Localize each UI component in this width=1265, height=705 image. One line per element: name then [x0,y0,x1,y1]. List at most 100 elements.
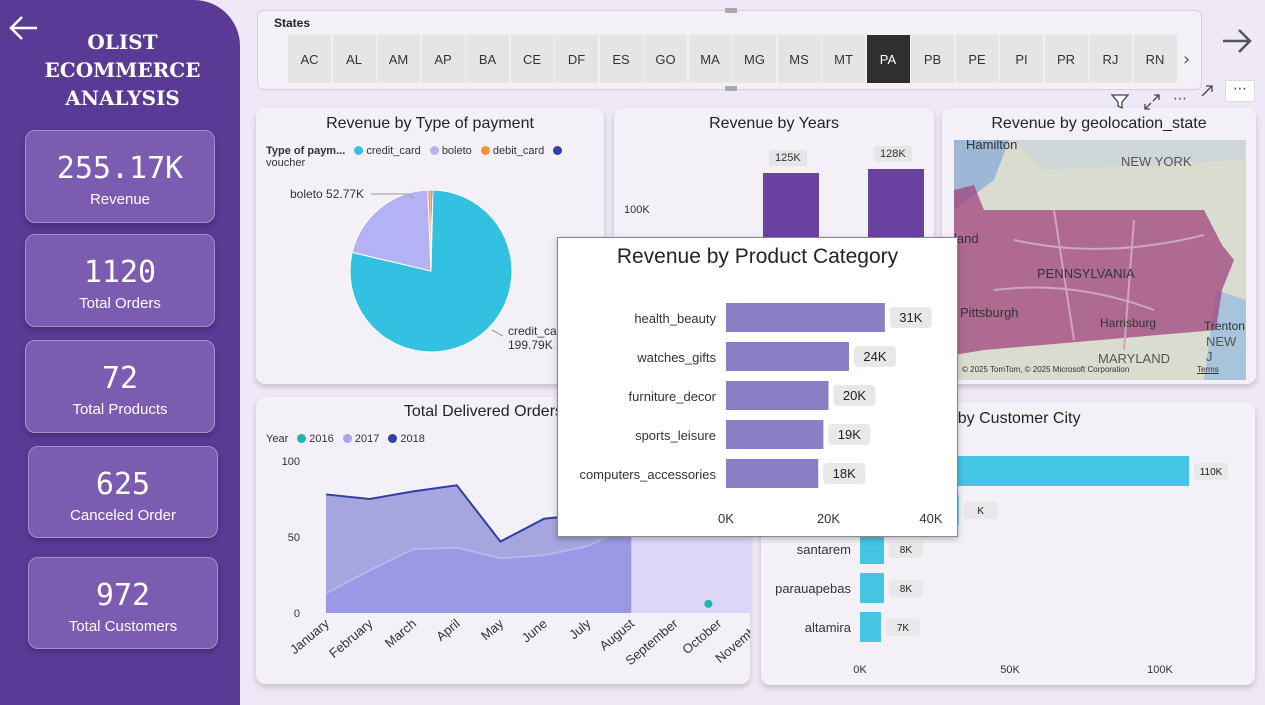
brand-title: OLIST ECOMMERCE ANALYSIS [44,30,201,110]
resize-handle[interactable] [725,86,737,91]
area-x-tick: May [478,615,507,643]
category-bar-chart[interactable]: health_beauty 31K watches_gifts 24K furnitur… [558,238,959,538]
city-value-label: 8K [900,584,913,595]
area-x-tick: February [326,615,376,660]
category-label: computers_accessories [579,467,716,482]
pie-label-credit-card-value: 199.79K [508,338,553,352]
city-bar [860,612,881,642]
payment-card: Revenue by Type of payment Type of paym.… [256,108,604,384]
map-label: Hamilton [966,140,1018,152]
area-x-tick: June [519,616,550,646]
chevron-right-icon[interactable]: › [1183,49,1190,70]
state-chip-pe[interactable]: PE [955,35,999,83]
map-label: Trenton [1204,319,1245,333]
city-bar [860,573,884,603]
focus-mode-icon[interactable] [1141,91,1163,113]
slicer-title: States [274,16,311,30]
area-y-tick: 100 [282,456,300,468]
pie-label-credit-card: credit_ca [508,324,557,338]
city-x-tick: 100K [1147,664,1173,676]
state-chip-ms[interactable]: MS [777,35,821,83]
city-label: altamira [805,620,852,635]
state-chip-pr[interactable]: PR [1044,35,1088,83]
state-chip-pa[interactable]: PA [866,35,910,83]
category-bar [726,342,849,371]
geo-title: Revenue by geolocation_state [991,115,1207,132]
category-x-tick: 40K [919,511,942,526]
visual-header: ⋯ [1109,91,1187,113]
category-bar [726,459,819,488]
state-chip-ba[interactable]: BA [466,35,509,83]
product-category-popup: Revenue by Product Category health_beaut… [557,237,958,537]
state-chip-rn[interactable]: RN [1133,35,1177,83]
category-x-tick: 0K [718,511,734,526]
states-slicer: States AC AL AM AP BA CE DF ES GO MA MG MS MT PA PB PE P… [257,10,1202,90]
state-chip-pb[interactable]: PB [911,35,954,83]
filter-icon[interactable] [1109,91,1131,113]
city-bar [860,534,884,564]
forward-arrow-icon[interactable] [1220,24,1254,58]
city-value-label: 8K [900,545,913,556]
area-y-tick: 50 [288,532,300,544]
city-x-tick: 50K [1000,664,1020,676]
category-value-label: 18K [833,466,856,481]
map-terms-link[interactable]: Terms [1197,365,1219,374]
city-value-label: K [977,506,984,517]
map-label: Pittsburgh [960,305,1019,320]
state-chip-go[interactable]: GO [644,35,687,83]
area-x-tick: April [433,616,463,644]
year-bar-label: 128K [874,146,912,162]
more-options-icon[interactable]: ⋯ [1225,80,1255,102]
city-x-tick: 0K [853,664,867,676]
category-label: health_beauty [634,311,716,326]
back-arrow-icon[interactable] [8,12,40,44]
category-value-label: 20K [843,388,866,403]
map-label: NEW J [1206,334,1237,364]
years-title: Revenue by Years [709,115,839,132]
category-label: furniture_decor [629,389,717,404]
kpi-total-products: 72 Total Products [25,340,215,433]
map-label: PENNSYLVANIA [1037,266,1135,281]
state-chip-al[interactable]: AL [332,35,376,83]
state-chip-rj[interactable]: RJ [1089,35,1132,83]
state-chip-list: AC AL AM AP BA CE DF ES GO MA MG MS MT PA PB PE PI PR RJ RN [288,35,1178,83]
state-chip-pi[interactable]: PI [1000,35,1043,83]
city-value-label: 110K [1200,467,1223,478]
map-copyright: © 2025 TomTom, © 2025 Microsoft Corporat… [962,365,1130,374]
map-label: NEW YORK [1121,154,1192,169]
more-options-icon[interactable]: ⋯ [1173,91,1187,113]
category-bar [726,303,885,332]
state-chip-ac[interactable]: AC [288,35,331,83]
state-chip-ce[interactable]: CE [510,35,554,83]
state-chip-es[interactable]: ES [599,35,643,83]
expand-icon[interactable] [1199,83,1215,99]
kpi-total-customers: 972 Total Customers [28,557,218,649]
category-bar [726,420,824,449]
pie-label-boleto: boleto 52.77K [290,187,365,201]
state-chip-ap[interactable]: AP [421,35,465,83]
years-y-tick: 100K [624,204,650,216]
category-bar [726,381,829,410]
state-chip-mg[interactable]: MG [733,35,776,83]
map-label: Harrisburg [1100,316,1157,330]
city-label: santarem [797,542,851,557]
area-x-tick: July [566,615,594,642]
state-chip-mt[interactable]: MT [822,35,865,83]
category-value-label: 31K [899,310,922,325]
kpi-revenue: 255.17K Revenue [25,130,215,223]
area-x-tick: March [382,616,419,651]
area-x-tick: January [287,615,332,657]
area-y-tick: 0 [294,608,300,620]
resize-handle[interactable] [725,8,737,13]
category-label: watches_gifts [636,350,716,365]
category-label: sports_leisure [635,428,716,443]
year-bar-label: 125K [769,150,807,166]
state-chip-df[interactable]: DF [555,35,598,83]
city-label: parauapebas [775,581,851,596]
category-value-label: 19K [838,427,861,442]
state-chip-ma[interactable]: MA [688,35,732,83]
kpi-canceled-order: 625 Canceled Order [28,446,218,538]
map-label: MARYLAND [1098,351,1171,366]
state-chip-am[interactable]: AM [377,35,420,83]
map[interactable]: Hamilton NEW YORK land PENNSYLVANIA Pitt… [954,140,1246,380]
